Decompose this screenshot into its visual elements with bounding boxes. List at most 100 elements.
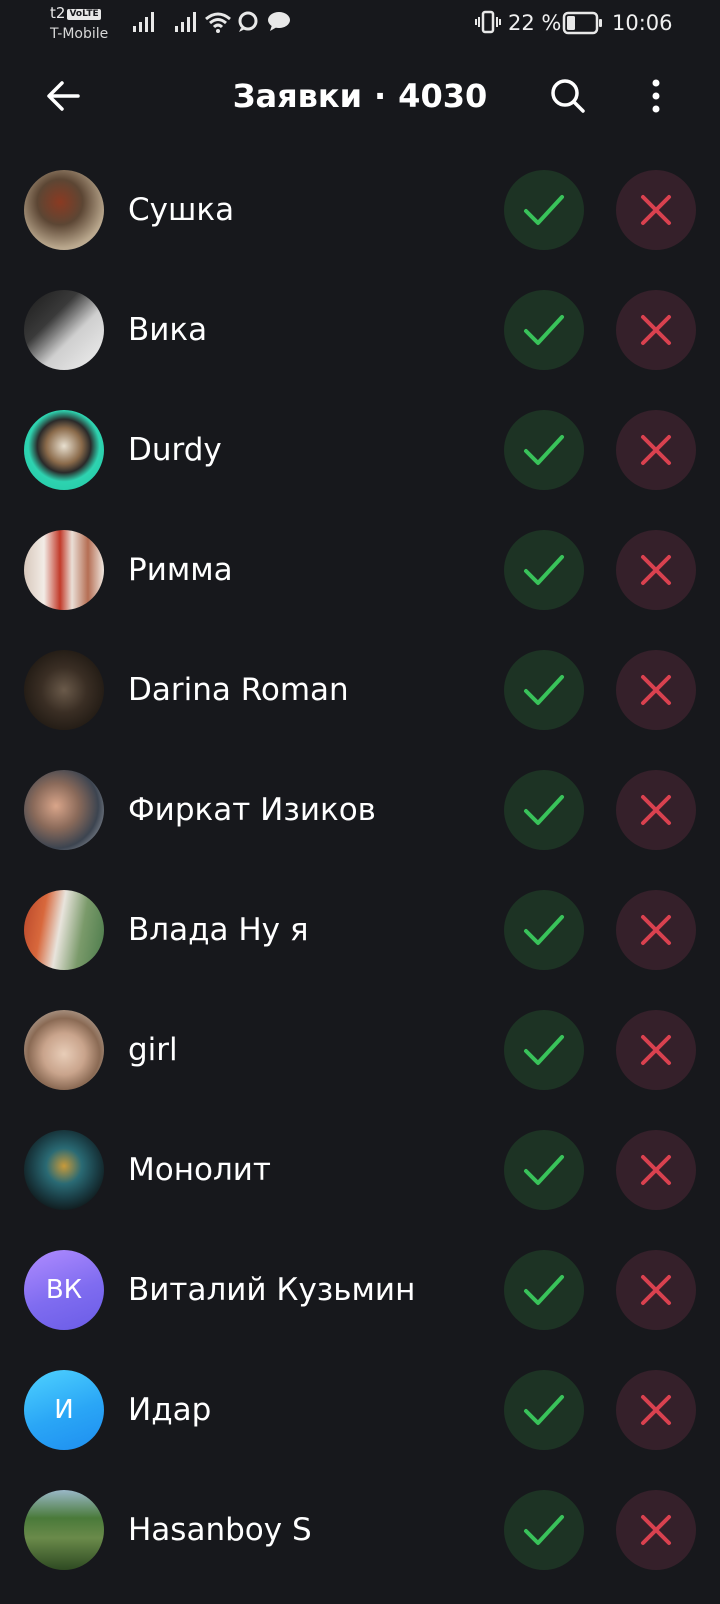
accept-button[interactable] — [504, 290, 584, 370]
accept-button[interactable] — [504, 530, 584, 610]
signal-icon — [175, 12, 196, 32]
search-icon — [551, 79, 585, 113]
close-icon — [641, 1035, 671, 1065]
checkmark-icon — [524, 1275, 564, 1305]
close-icon — [641, 795, 671, 825]
decline-button[interactable] — [616, 1250, 696, 1330]
list-item[interactable]: ВК Виталий Кузьмин — [0, 1230, 720, 1350]
close-icon — [641, 195, 671, 225]
decline-button[interactable] — [616, 1130, 696, 1210]
avatar[interactable] — [24, 890, 104, 970]
page-title: Заявки · 4030 — [170, 74, 550, 118]
list-item[interactable]: Hasanboy S — [0, 1470, 720, 1590]
chat-bubble-icon — [238, 11, 258, 32]
avatar[interactable] — [24, 650, 104, 730]
user-name: Виталий Кузьмин — [128, 1272, 416, 1308]
request-count: 4030 — [398, 77, 488, 115]
volte-badge: VoLTE — [67, 9, 101, 20]
avatar[interactable] — [24, 410, 104, 490]
close-icon — [641, 555, 671, 585]
accept-button[interactable] — [504, 770, 584, 850]
decline-button[interactable] — [616, 170, 696, 250]
decline-button[interactable] — [616, 410, 696, 490]
avatar-initials: И — [54, 1395, 74, 1425]
decline-button[interactable] — [616, 530, 696, 610]
close-icon — [641, 675, 671, 705]
more-options-button[interactable] — [628, 68, 684, 124]
list-item[interactable]: Сушка — [0, 150, 720, 270]
close-icon — [641, 1515, 671, 1545]
user-name: Римма — [128, 552, 233, 588]
accept-button[interactable] — [504, 1010, 584, 1090]
checkmark-icon — [524, 1155, 564, 1185]
decline-button[interactable] — [616, 770, 696, 850]
list-item[interactable]: Влада Ну я — [0, 870, 720, 990]
battery-percent: 22 % — [508, 11, 562, 35]
accept-button[interactable] — [504, 170, 584, 250]
list-item[interactable]: Durdy — [0, 390, 720, 510]
avatar[interactable] — [24, 530, 104, 610]
accept-button[interactable] — [504, 1250, 584, 1330]
carrier-info: t2 VoLTE T-Mobile — [50, 3, 130, 45]
user-name: Влада Ну я — [128, 912, 309, 948]
close-icon — [641, 315, 671, 345]
checkmark-icon — [524, 915, 564, 945]
list-item[interactable]: Монолит — [0, 1110, 720, 1230]
battery-icon — [562, 11, 602, 35]
user-name: Идар — [128, 1392, 212, 1428]
user-name: Durdy — [128, 432, 222, 468]
checkmark-icon — [524, 675, 564, 705]
title-separator: · — [374, 77, 387, 115]
back-arrow-icon — [47, 81, 80, 111]
avatar[interactable] — [24, 1490, 104, 1570]
decline-button[interactable] — [616, 1370, 696, 1450]
user-name: Hasanboy S — [128, 1512, 312, 1548]
avatar[interactable] — [24, 770, 104, 850]
search-button[interactable] — [540, 68, 596, 124]
checkmark-icon — [524, 1515, 564, 1545]
accept-button[interactable] — [504, 890, 584, 970]
avatar-initials: ВК — [45, 1275, 83, 1305]
list-item[interactable]: Фиркат Изиков — [0, 750, 720, 870]
accept-button[interactable] — [504, 650, 584, 730]
app-header: Заявки · 4030 — [0, 60, 720, 136]
avatar[interactable] — [24, 290, 104, 370]
avatar[interactable] — [24, 1010, 104, 1090]
checkmark-icon — [524, 1395, 564, 1425]
close-icon — [641, 435, 671, 465]
more-vertical-icon — [652, 79, 660, 113]
checkmark-icon — [524, 195, 564, 225]
decline-button[interactable] — [616, 890, 696, 970]
avatar[interactable]: И — [24, 1370, 104, 1450]
close-icon — [641, 1275, 671, 1305]
decline-button[interactable] — [616, 650, 696, 730]
accept-button[interactable] — [504, 1370, 584, 1450]
avatar[interactable]: ВК — [24, 1250, 104, 1330]
list-item[interactable]: И Идар — [0, 1350, 720, 1470]
accept-button[interactable] — [504, 410, 584, 490]
decline-button[interactable] — [616, 290, 696, 370]
user-name: Darina Roman — [128, 672, 349, 708]
list-item[interactable]: Darina Roman — [0, 630, 720, 750]
carrier-sim: t2 — [50, 4, 66, 22]
title-text: Заявки — [232, 77, 363, 115]
wifi-icon — [205, 12, 231, 33]
accept-button[interactable] — [504, 1130, 584, 1210]
close-icon — [641, 915, 671, 945]
accept-button[interactable] — [504, 1490, 584, 1570]
message-icon — [268, 12, 290, 31]
user-name: Вика — [128, 312, 208, 348]
signal-icon — [133, 12, 154, 32]
back-button[interactable] — [36, 68, 92, 124]
avatar[interactable] — [24, 1130, 104, 1210]
user-name: Фиркат Изиков — [128, 792, 376, 828]
status-bar: t2 VoLTE T-Mobile 22 % 10:06 — [0, 0, 720, 48]
avatar[interactable] — [24, 170, 104, 250]
decline-button[interactable] — [616, 1010, 696, 1090]
list-item[interactable]: girl — [0, 990, 720, 1110]
list-item[interactable]: Вика — [0, 270, 720, 390]
user-name: Монолит — [128, 1152, 271, 1188]
list-item[interactable]: Римма — [0, 510, 720, 630]
decline-button[interactable] — [616, 1490, 696, 1570]
close-icon — [641, 1155, 671, 1185]
